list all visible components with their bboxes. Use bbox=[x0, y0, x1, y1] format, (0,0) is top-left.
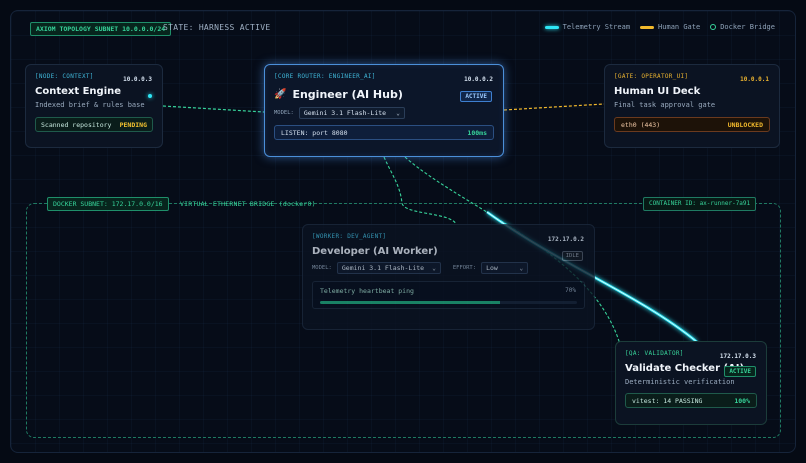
chevron-down-icon: ⌄ bbox=[396, 109, 400, 117]
human-gate-swatch-icon bbox=[640, 25, 655, 29]
model-select[interactable]: Gemini 3.1 Flash-Lite ⌄ bbox=[298, 107, 405, 119]
chevron-down-icon: ⌄ bbox=[432, 264, 436, 272]
context-status-row: Scanned repository PENDING bbox=[35, 117, 153, 132]
heartbeat-percent: 70% bbox=[565, 287, 576, 294]
node-title: Engineer (AI Hub) bbox=[292, 88, 403, 101]
model-select[interactable]: Gemini 3.1 Flash-Lite ⌄ bbox=[336, 262, 441, 274]
status-badge: ACTIVE bbox=[460, 91, 492, 102]
node-developer-worker[interactable]: [WORKER: DEV_AGENT] 172.17.0.2 Developer… bbox=[302, 224, 595, 330]
node-human-ui-deck[interactable]: [GATE: OPERATOR_UI] 10.0.0.1 Human UI De… bbox=[604, 64, 780, 148]
status-dot-icon bbox=[148, 94, 152, 98]
chevron-down-icon: ⌄ bbox=[519, 264, 524, 272]
status-label: eth0 (443) bbox=[621, 120, 661, 129]
node-qa-validator[interactable]: [QA: VALIDATOR] 172.17.0.3 Validate Chec… bbox=[615, 341, 767, 425]
status-value: UNBLOCKED bbox=[727, 120, 763, 129]
node-ip: 172.17.0.2 bbox=[547, 236, 584, 243]
heartbeat-panel: Telemetry heartbeat ping 70% bbox=[312, 281, 585, 309]
node-title: Context Engine bbox=[35, 86, 122, 97]
model-label: MODEL: bbox=[312, 265, 332, 271]
listen-label: LISTEN: port 8080 bbox=[281, 128, 348, 137]
effort-label: EFFORT: bbox=[452, 265, 477, 271]
status-badge: IDLE bbox=[561, 251, 583, 261]
node-ip: 10.0.0.3 bbox=[123, 76, 152, 83]
harness-state: STATE: HARNESS ACTIVE bbox=[163, 23, 271, 32]
status-label: Scanned repository bbox=[41, 120, 112, 129]
node-title: Human UI Deck bbox=[614, 86, 701, 97]
docker-subnet-badge: DOCKER SUBNET: 172.17.0.0/16 bbox=[47, 197, 169, 211]
model-select-value: Gemini 3.1 Flash-Lite bbox=[303, 109, 387, 117]
model-row: MODEL: Gemini 3.1 Flash-Lite ⌄ bbox=[274, 107, 494, 119]
legend: Telemetry Stream Human Gate Docker Bridg… bbox=[544, 23, 775, 31]
heartbeat-progress-bar bbox=[320, 301, 577, 304]
legend-item-telemetry: Telemetry Stream bbox=[544, 23, 631, 31]
node-tag: [WORKER: DEV_AGENT] bbox=[312, 233, 387, 240]
node-subtitle: Deterministic verification bbox=[625, 378, 735, 386]
node-ip: 172.17.0.3 bbox=[719, 353, 756, 360]
node-subtitle: Final task approval gate bbox=[614, 101, 716, 109]
legend-label: Telemetry Stream bbox=[562, 23, 631, 31]
developer-settings-row: MODEL: Gemini 3.1 Flash-Lite ⌄ EFFORT: L… bbox=[312, 262, 585, 274]
heartbeat-label: Telemetry heartbeat ping bbox=[320, 287, 414, 295]
heartbeat-progress-fill bbox=[320, 301, 500, 304]
status-badge: ACTIVE bbox=[724, 366, 756, 377]
telemetry-swatch-icon bbox=[544, 25, 559, 29]
status-value: PENDING bbox=[119, 120, 147, 129]
node-ip: 10.0.0.2 bbox=[464, 76, 493, 83]
legend-label: Human Gate bbox=[658, 23, 701, 31]
status-value: 100% bbox=[734, 396, 750, 405]
listen-latency: 100ms bbox=[467, 128, 487, 137]
effort-select-value: Low bbox=[486, 264, 498, 272]
node-title: Developer (AI Worker) bbox=[312, 246, 438, 257]
effort-select[interactable]: Low ⌄ bbox=[481, 262, 529, 274]
model-label: MODEL: bbox=[274, 110, 294, 116]
docker-bridge-label: VIRTUAL ETHERNET BRIDGE (docker0) bbox=[180, 200, 316, 208]
legend-label: Docker Bridge bbox=[720, 23, 775, 31]
status-label: vitest: 14 PASSING bbox=[632, 396, 703, 405]
gate-status-row: eth0 (443) UNBLOCKED bbox=[614, 117, 770, 132]
container-id-badge: CONTAINER ID: ax-runner-7a91 bbox=[643, 197, 757, 211]
node-tag: [CORE ROUTER: ENGINEER_AI] bbox=[274, 73, 376, 80]
listen-row: LISTEN: port 8080 100ms bbox=[274, 125, 494, 140]
subnet-badge-top: AXIOM TOPOLOGY SUBNET 10.0.0.0/24 bbox=[30, 22, 172, 36]
docker-bridge-dot-icon bbox=[710, 24, 717, 30]
node-subtitle: Indexed brief & rules base bbox=[35, 101, 145, 109]
legend-item-docker-bridge: Docker Bridge bbox=[710, 23, 775, 31]
legend-item-human-gate: Human Gate bbox=[640, 23, 700, 31]
model-select-value: Gemini 3.1 Flash-Lite bbox=[341, 264, 425, 272]
rocket-icon: 🚀 bbox=[274, 89, 287, 100]
node-engineer-hub[interactable]: [CORE ROUTER: ENGINEER_AI] 10.0.0.2 🚀 En… bbox=[264, 64, 504, 157]
node-ip: 10.0.0.1 bbox=[740, 76, 769, 83]
test-status-row: vitest: 14 PASSING 100% bbox=[625, 393, 757, 408]
node-context-engine[interactable]: [NODE: CONTEXT] 10.0.0.3 Context Engine … bbox=[25, 64, 163, 148]
